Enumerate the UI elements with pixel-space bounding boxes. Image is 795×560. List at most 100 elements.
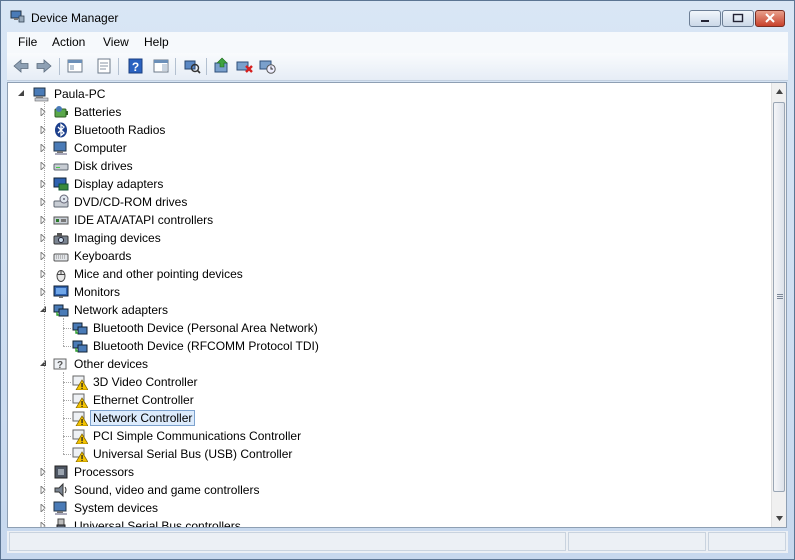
tree-node-dvd-cd-rom-drives[interactable]: DVD/CD-ROM drives	[8, 193, 768, 211]
monitor-icon	[53, 285, 69, 298]
tree-node-label: Processors	[74, 465, 135, 479]
back-icon[interactable]	[12, 57, 30, 75]
tree-node-ide-ata-atapi-controllers[interactable]: IDE ATA/ATAPI controllers	[8, 211, 768, 229]
tree-node-label: Sound, video and game controllers	[74, 483, 260, 497]
unknown-device-icon: ?	[53, 358, 67, 371]
mouse-icon	[56, 270, 66, 282]
scroll-down-icon[interactable]	[772, 510, 787, 527]
tree-node-label: Network adapters	[74, 303, 169, 317]
tree-connector-line	[63, 418, 71, 419]
close-button[interactable]	[755, 10, 785, 27]
device-tree-pane: Paula-PC Batteries Bluetooth Radios Compute…	[7, 82, 787, 528]
tree-node-display-adapters[interactable]: Display adapters	[8, 175, 768, 193]
dvd-drive-icon	[53, 194, 69, 208]
expanded-arrow-icon[interactable]	[18, 90, 25, 98]
tree-node-ethernet-controller[interactable]: Ethernet Controller	[8, 391, 768, 409]
close-icon	[765, 13, 775, 23]
tree-node-disk-drives[interactable]: Disk drives	[8, 157, 768, 175]
toolbar: ?	[7, 53, 788, 81]
vertical-scrollbar[interactable]	[771, 83, 787, 527]
tree-node-bluetooth-device-personal-area-network[interactable]: Bluetooth Device (Personal Area Network)	[8, 319, 768, 337]
tree-connector-line	[63, 400, 71, 401]
show-hide-pane-icon[interactable]	[152, 57, 170, 75]
tree-node-batteries[interactable]: Batteries	[8, 103, 768, 121]
disable-icon[interactable]	[259, 57, 277, 75]
menu-action[interactable]: Action	[52, 35, 85, 49]
device-manager-icon	[10, 10, 25, 23]
tree-node-keyboards[interactable]: Keyboards	[8, 247, 768, 265]
tree-node-network-adapters[interactable]: Network adapters	[8, 301, 768, 319]
tree-node-label: Batteries	[74, 105, 122, 119]
menu-bar: File Action View Help	[7, 32, 788, 53]
menu-file[interactable]: File	[18, 35, 37, 49]
tree-node-sound-video-and-game-controllers[interactable]: Sound, video and game controllers	[8, 481, 768, 499]
tree-node-label: Mice and other pointing devices	[74, 267, 243, 281]
menu-view[interactable]: View	[103, 35, 129, 49]
thumb-grip	[777, 296, 783, 297]
tree-node-label: IDE ATA/ATAPI controllers	[74, 213, 214, 227]
warning-device-icon	[72, 447, 88, 462]
display-adapter-icon	[53, 177, 69, 191]
forward-icon[interactable]	[35, 57, 53, 75]
tree-root-node[interactable]: Paula-PC	[8, 85, 768, 103]
tree-connector-line	[63, 346, 71, 347]
scrollbar-thumb[interactable]	[773, 102, 785, 492]
tree-node-label: Bluetooth Device (Personal Area Network)	[93, 321, 318, 335]
device-tree[interactable]: Paula-PC Batteries Bluetooth Radios Compute…	[8, 83, 770, 527]
toolbar-separator	[118, 58, 119, 75]
help-icon[interactable]: ?	[127, 57, 145, 75]
up-tree-icon[interactable]	[66, 57, 84, 75]
tree-node-pci-simple-communications-controller[interactable]: PCI Simple Communications Controller	[8, 427, 768, 445]
tree-node-bluetooth-radios[interactable]: Bluetooth Radios	[8, 121, 768, 139]
tree-node-network-controller[interactable]: Network Controller	[8, 409, 768, 427]
tree-node-label: Network Controller	[90, 410, 196, 426]
toolbar-separator	[206, 58, 207, 75]
tree-node-label: Keyboards	[74, 249, 132, 263]
scan-hardware-icon[interactable]	[183, 57, 201, 75]
sound-icon	[54, 482, 67, 498]
svg-text:?: ?	[57, 360, 63, 371]
uninstall-icon[interactable]	[236, 57, 254, 75]
minimize-button[interactable]	[689, 10, 721, 27]
tree-node-label: Imaging devices	[74, 231, 161, 245]
bluetooth-icon	[55, 122, 67, 138]
disk-drive-icon	[53, 163, 69, 171]
system-device-icon	[53, 501, 67, 515]
menu-help[interactable]: Help	[144, 35, 169, 49]
window-title: Device Manager	[31, 11, 119, 25]
toolbar-separator	[175, 58, 176, 75]
title-bar[interactable]: Device Manager	[1, 1, 794, 32]
processor-icon	[54, 465, 68, 479]
tree-connector-line	[63, 454, 71, 455]
tree-connector-line	[63, 372, 64, 454]
scroll-up-icon[interactable]	[772, 83, 787, 100]
tree-node-3d-video-controller[interactable]: 3D Video Controller	[8, 373, 768, 391]
tree-node-label: DVD/CD-ROM drives	[74, 195, 188, 209]
tree-node-label: Bluetooth Radios	[74, 123, 166, 137]
update-driver-icon[interactable]	[213, 57, 231, 75]
tree-node-computer[interactable]: Computer	[8, 139, 768, 157]
tree-node-processors[interactable]: Processors	[8, 463, 768, 481]
tree-node-label: PCI Simple Communications Controller	[93, 429, 302, 443]
tree-node-monitors[interactable]: Monitors	[8, 283, 768, 301]
tree-node-label: Display adapters	[74, 177, 164, 191]
tree-node-label: Other devices	[74, 357, 149, 371]
tree-node-universal-serial-bus-controllers[interactable]: Universal Serial Bus controllers	[8, 517, 768, 527]
tree-node-label: Disk drives	[74, 159, 133, 173]
tree-node-system-devices[interactable]: System devices	[8, 499, 768, 517]
status-bar	[7, 531, 788, 553]
toolbar-separator	[59, 58, 60, 75]
tree-node-label: Computer	[74, 141, 127, 155]
tree-node-other-devices[interactable]: ? Other devices	[8, 355, 768, 373]
network-adapter-icon	[53, 304, 69, 317]
tree-node-label: 3D Video Controller	[93, 375, 198, 389]
maximize-button[interactable]	[722, 10, 754, 27]
warning-device-icon	[72, 393, 88, 408]
tree-node-universal-serial-bus-usb-controller[interactable]: Universal Serial Bus (USB) Controller	[8, 445, 768, 463]
tree-node-mice-and-other-pointing-devices[interactable]: Mice and other pointing devices	[8, 265, 768, 283]
tree-connector-line	[63, 328, 71, 329]
properties-icon[interactable]	[95, 57, 113, 75]
tree-node-imaging-devices[interactable]: Imaging devices	[8, 229, 768, 247]
tree-node-bluetooth-device-rfcomm-protocol-tdi[interactable]: Bluetooth Device (RFCOMM Protocol TDI)	[8, 337, 768, 355]
minimize-icon	[701, 20, 709, 22]
